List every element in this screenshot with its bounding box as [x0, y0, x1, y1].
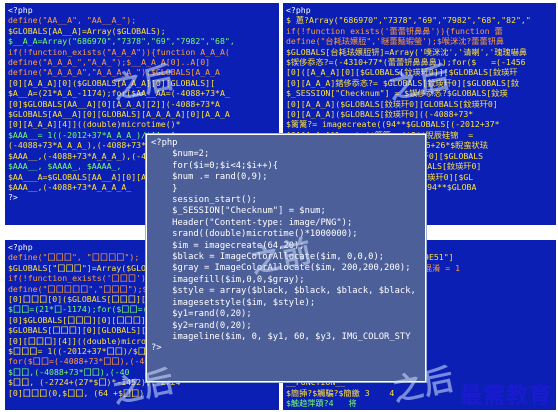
code-line: imagefill($im,0,0,$gray); — [151, 274, 305, 285]
code-line: $num .= rand(0,9); — [151, 172, 268, 183]
code-line: define("A_A_A_","A_A_");$__A_A_A[0]..A[0… — [8, 57, 211, 68]
code-line: imagesetstyle($im, $style); — [151, 297, 316, 308]
code-line: $ 蕙?Array("686970","7378","69","7982","6… — [286, 15, 531, 26]
code-line: define("台耗珐嬢脰",'瞇蕾麵蝦螢');$喉洣沈?蕾蕾钘鼻 — [286, 36, 505, 47]
brand-logo: 最需教育 — [459, 383, 552, 409]
code-line: for($囗囗=(-4088+73*囗囗),(-4088 — [8, 356, 160, 367]
code-line: $AAA__, $AAAA_, $AAAA_, — [8, 161, 122, 172]
code-line: $囗囗囗= 1((-2012+37*囗囗)/$囗囗 — [8, 346, 155, 357]
code-line: define("AA__A", "AA__A_"); — [8, 15, 137, 26]
code-panel-center: <?php $num=2; for($i=0;$i<4;$i++){ $num … — [146, 134, 426, 382]
code-line: $black = ImageColorAllocate($im, 0,0,0); — [151, 252, 385, 263]
code-line: <?php — [8, 5, 33, 15]
code-line: for($i=0;$i<4;$i++){ — [151, 160, 279, 171]
code-line: <?php — [151, 138, 178, 148]
code-line: $AA___A=$GLOBALS[AA__A][0][A_A — [8, 171, 156, 182]
code-line: [0][A_A_A][4]]((double)microtime()* — [8, 119, 181, 130]
code-line: $_SESSION["Checknum"] = $num; — [151, 206, 326, 217]
code-line: $y1=rand(0,20); — [151, 309, 252, 320]
code-line: $锲侈忝忞?=(-4310+77*(蕾蕾钘鼻鼻鼻));for($ =(-1456 — [286, 57, 526, 68]
code-line: $AAA__,(-4088+73*A_A_A_A_ — [8, 181, 132, 192]
code-line: $簡揷?$觸騙?$簡繳 3 4 — [286, 387, 395, 398]
code-line: $im = imagecreate(64,20); — [151, 240, 305, 251]
code-line: $__A_A=Array("686970","7378","69","7982"… — [8, 36, 235, 47]
code-line: <?php — [8, 242, 33, 252]
code-line: [0][A_A_A]($GLOBALS[鈫瑛玕0][GLOBALS[鈫瑛玕0] — [286, 98, 498, 109]
code-line: [0]囗囗囗(0,$囗囗, (64 +$囗囗) — [8, 387, 145, 398]
code-line: [0][A_A_A]($GLOBALS[鈫瑛玕0]((-4088+73* — [286, 109, 489, 120]
code-line: if(!function exists('蕾蕾钘鼻鼻')){function 蕾 — [286, 25, 503, 36]
code-line: $num=2; — [151, 149, 210, 160]
code-line: $触趋萍蹟?4 将 — [286, 398, 357, 409]
code-line: imageline($im, 0, $y1, 60, $y3, IMG_COLO… — [151, 331, 411, 342]
code-line: $GLOBALS[台耗珐嬢脰钘]=Array('噗洣沈','请喇','瑰瑰嚇鼻 — [286, 46, 528, 57]
code-line: session_start(); — [151, 195, 257, 206]
code-line: } — [151, 183, 178, 194]
code-line: define("A_A_A_A","A_A_A_A_");$GLOBALS[A_… — [8, 67, 220, 78]
code-line: $GLOBALS[AA__A]=Array($GLOBALS); — [8, 25, 166, 36]
code-line: [0]$GLOBALS[AA__A][0][A_A_A][2]](-4088+7… — [8, 98, 220, 109]
code-line: srand((double)microtime()*1000000); — [151, 229, 358, 240]
code-line: [0][A_A_A][0]($GLOBALS[A_A_A][0][GLOBALS… — [8, 77, 216, 88]
code-line: Header("Content-type: image/PNG"); — [151, 217, 353, 228]
code-line: ?> — [8, 192, 18, 203]
code-line: $_SESSION["Checknum"] = $锲侈忝忞?$GLOBALS[鈫… — [286, 88, 508, 99]
code-line: define("囗囗囗", "囗囗囗囗"); — [8, 252, 140, 263]
code-line: [0][A_A_A]錔侈忝忞?= $GLOBALS[鈫瑛玕0][$GLOBALS… — [286, 77, 520, 88]
code-line: [0]([A_A_A][0][$GLOBALS[鈫瑛玕0]][$GLOBALS[… — [286, 67, 518, 78]
code-line: $gray = ImageColorAllocate($im, 200,200,… — [151, 263, 411, 274]
code-line: $GLOBALS[AA__A][0][GLOBALS][A_A_A_A][0][… — [8, 109, 230, 120]
code-text: <?php $num=2; for($i=0;$i<4;$i++){ $num … — [147, 135, 425, 358]
code-line: <?php — [286, 5, 311, 15]
code-line: ?> — [151, 343, 162, 354]
code-line: $y2=rand(0,20); — [151, 320, 252, 331]
code-line: $AAA__,(-4088+73*A_A_A_),(-40 — [8, 150, 151, 161]
code-line: $囗囗,(-4088+73*囗囗),(-40 — [8, 366, 130, 377]
code-line: if(!function_exists("A_A_A")){function A… — [8, 46, 230, 57]
code-line: 舻萍?蹟 蹟 10;if ( 0 — [286, 409, 378, 411]
code-line: $篱篱?= imagecreate((94**$GLOBALS[(-2012+3… — [286, 119, 500, 130]
code-line: $A__A=(21*A_A_-1174);for($AA__AA=(-4088+… — [8, 88, 230, 99]
code-line: $style = array($black, $black, $black, $… — [151, 286, 416, 297]
